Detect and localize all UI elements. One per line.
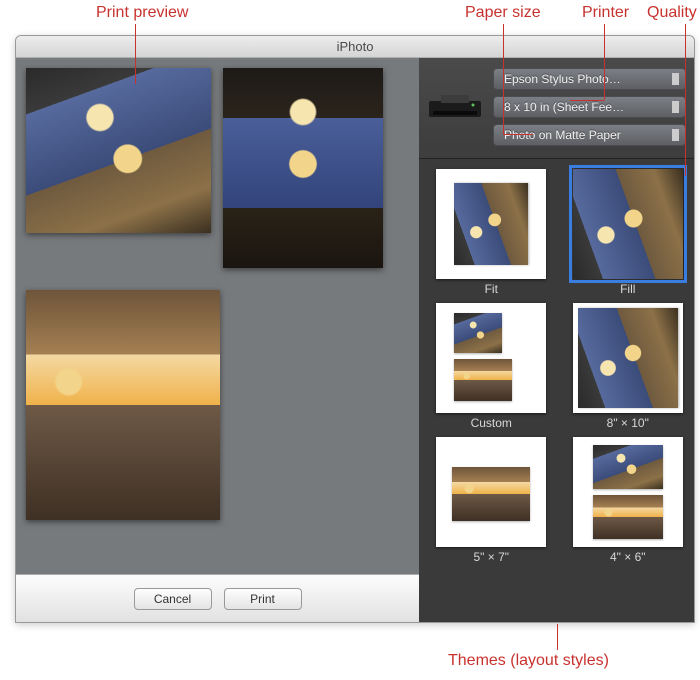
quality-dropdown[interactable]: Photo on Matte Paper ▲▼ [493, 124, 686, 146]
left-panel: Cancel Print [16, 58, 419, 622]
themes-list[interactable]: Fit Fill Custom 8" [419, 159, 694, 622]
paper-size-dropdown-label: 8 x 10 in (Sheet Fee… [504, 100, 624, 114]
theme-label: 4" × 6" [564, 551, 693, 563]
theme-label: Fit [427, 283, 556, 295]
print-dialog-window: iPhoto Cancel Print [15, 35, 695, 623]
callout-line [135, 24, 136, 84]
annotation-themes: Themes (layout styles) [448, 652, 609, 670]
printer-dropdown[interactable]: Epson Stylus Photo… ▲▼ [493, 68, 686, 90]
theme-item-fit[interactable]: Fit [427, 169, 556, 295]
quality-dropdown-label: Photo on Matte Paper [504, 128, 621, 142]
callout-line [570, 100, 604, 101]
bottom-toolbar: Cancel Print [16, 574, 419, 622]
theme-item-fill[interactable]: Fill [564, 169, 693, 295]
annotation-paper-size: Paper size [465, 4, 541, 22]
callout-line [604, 24, 605, 100]
cancel-button[interactable]: Cancel [134, 588, 212, 610]
theme-label: Custom [427, 417, 556, 429]
printer-icon [425, 68, 485, 148]
theme-label: 8" × 10" [564, 417, 693, 429]
updown-icon: ▲▼ [671, 129, 679, 141]
preview-thumbnail[interactable] [26, 68, 211, 233]
annotation-print-preview: Print preview [96, 4, 188, 22]
updown-icon: ▲▼ [671, 73, 679, 85]
print-settings: Epson Stylus Photo… ▲▼ 8 x 10 in (Sheet … [419, 58, 694, 159]
titlebar: iPhoto [16, 36, 694, 58]
right-panel: Epson Stylus Photo… ▲▼ 8 x 10 in (Sheet … [419, 58, 694, 622]
theme-item-4x6[interactable]: 4" × 6" [564, 437, 693, 563]
callout-line [503, 24, 504, 134]
preview-thumbnail[interactable] [223, 68, 383, 268]
preview-thumbnail[interactable] [26, 290, 220, 520]
callout-line [503, 134, 533, 135]
print-preview-area [16, 58, 419, 574]
updown-icon: ▲▼ [671, 101, 679, 113]
print-button[interactable]: Print [224, 588, 302, 610]
theme-item-5x7[interactable]: 5" × 7" [427, 437, 556, 563]
theme-label: 5" × 7" [427, 551, 556, 563]
callout-line [685, 24, 686, 176]
theme-label: Fill [564, 283, 693, 295]
annotation-printer: Printer [582, 4, 629, 22]
theme-item-8x10[interactable]: 8" × 10" [564, 303, 693, 429]
window-title: iPhoto [337, 39, 374, 54]
annotation-quality: Quality [647, 4, 697, 22]
callout-line [557, 624, 558, 650]
theme-item-custom[interactable]: Custom [427, 303, 556, 429]
